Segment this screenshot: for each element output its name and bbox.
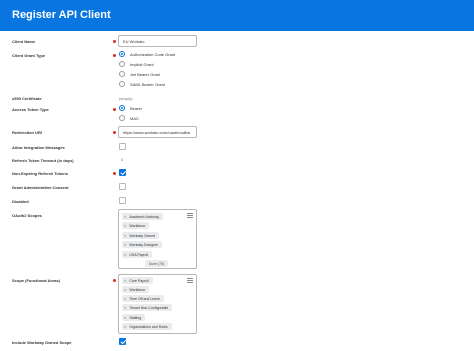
close-icon[interactable]: × [124,296,126,301]
functional-area-pill[interactable]: × Workforce [122,286,150,293]
close-icon[interactable]: × [124,223,126,228]
required-indicator [113,279,116,282]
non-expiring-refresh-label: Non-Expiring Refresh Tokens [12,171,68,176]
x509-value: (empty) [119,96,133,101]
allow-integration-messages-checkbox[interactable] [119,143,126,150]
more-scopes-button[interactable]: More (75) [145,260,169,267]
close-icon[interactable]: × [124,315,126,320]
grant-type-option-jwt[interactable]: Jwt Bearer Grant [119,70,160,78]
radio-icon[interactable] [119,71,125,77]
functional-area-pill[interactable]: × Tenant Non-Configurable [122,304,173,311]
grant-type-option-implicit[interactable]: Implicit Grant [119,60,154,68]
close-icon[interactable]: × [124,305,126,310]
include-workday-owned-label: Include Workday Owned Scope [12,340,72,345]
grant-type-option-saml[interactable]: SAML Bearer Grant [119,80,165,88]
required-indicator [113,172,116,175]
oauth2-scopes-multiselect[interactable]: × Academic Advising × Workforce × Workda… [118,209,197,269]
token-type-option-bearer[interactable]: Bearer [119,104,142,112]
scope-pill[interactable]: × Academic Advising [122,213,163,220]
redirection-uri-label: Redirection URI [12,130,43,135]
radio-icon[interactable] [119,115,125,121]
functional-area-pill[interactable]: × Staffing [122,314,146,321]
close-icon[interactable]: × [124,287,126,292]
x509-label: x509 Certificate [12,96,42,101]
list-icon[interactable] [187,213,193,218]
scope-functional-multiselect[interactable]: × Core Payroll × Workforce × Time Off an… [118,274,197,334]
refresh-token-timeout-label: Refresh Token Timeout (in days) [12,158,74,163]
grant-admin-consent-label: Grant Administrative Consent [12,185,69,190]
close-icon[interactable]: × [124,278,126,283]
client-name-input[interactable]: EU Workato [118,35,197,47]
close-icon[interactable]: × [124,242,126,247]
scope-pill[interactable]: × Workday Designer [122,241,163,248]
functional-area-pill[interactable]: × Core Payroll [122,277,153,284]
grant-type-option-authorization-code[interactable]: Authorization Code Grant [119,50,175,58]
page-title: Register API Client [12,9,111,21]
page-header: Register API Client [0,0,474,31]
close-icon[interactable]: × [124,233,126,238]
close-icon[interactable]: × [124,214,126,219]
scope-pill[interactable]: × USA Payroll [122,251,153,258]
disabled-label: Disabled [12,199,29,204]
required-indicator [113,131,116,134]
close-icon[interactable]: × [124,324,126,329]
token-type-option-mac[interactable]: MAC [119,114,139,122]
required-indicator [113,54,116,57]
scope-functional-label: Scope (Functional Areas) [12,278,61,283]
list-icon[interactable] [187,278,193,283]
required-indicator [113,40,116,43]
disabled-checkbox[interactable] [119,197,126,204]
functional-area-pill[interactable]: × Time Off and Leave [122,295,164,302]
access-token-type-label: Access Token Type [12,107,49,112]
required-indicator [113,108,116,111]
scope-pill[interactable]: × Workday Owned [122,232,160,239]
functional-area-pill[interactable]: × Organizations and Roles [122,323,172,330]
oauth2-scopes-label: OAuth2 Scopes [12,213,42,218]
client-name-label: Client Name [12,39,36,44]
refresh-token-timeout-value: 0 [121,157,124,162]
scope-pill[interactable]: × Workforce [122,222,150,229]
redirection-uri-input[interactable]: https://www.workato.com/oauth/callba [118,126,197,138]
radio-icon[interactable] [119,81,125,87]
close-icon[interactable]: × [124,252,126,257]
include-workday-owned-checkbox[interactable] [119,338,126,345]
grant-admin-consent-checkbox[interactable] [119,183,126,190]
allow-integration-messages-label: Allow Integration Messages [12,145,65,150]
radio-selected-icon[interactable] [119,51,125,57]
radio-selected-icon[interactable] [119,105,125,111]
grant-type-label: Client Grant Type [12,53,46,58]
radio-icon[interactable] [119,61,125,67]
non-expiring-refresh-checkbox[interactable] [119,169,126,176]
